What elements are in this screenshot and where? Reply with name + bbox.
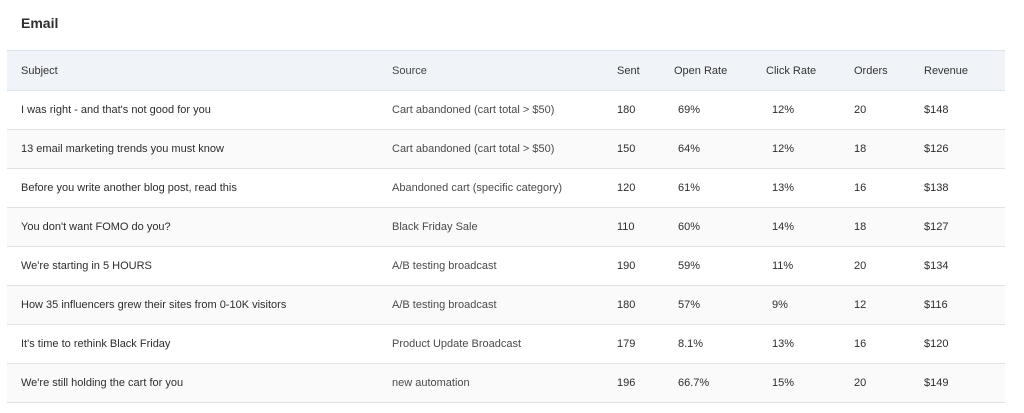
column-header-subject[interactable]: Subject xyxy=(7,50,392,91)
table-row[interactable]: You don't want FOMO do you? Black Friday… xyxy=(7,207,1005,247)
cell-orders: 18 xyxy=(854,221,867,233)
cell-sent: 150 xyxy=(617,143,636,155)
cell-revenue: $138 xyxy=(924,182,949,194)
cell-source: Abandoned cart (specific category) xyxy=(392,182,562,194)
cell-click-rate: 14% xyxy=(772,221,795,233)
cell-source: A/B testing broadcast xyxy=(392,260,497,272)
cell-sent: 120 xyxy=(617,182,636,194)
cell-subject: We're starting in 5 HOURS xyxy=(21,260,152,272)
cell-click-rate: 13% xyxy=(772,182,795,194)
table-row[interactable]: We're still holding the cart for you new… xyxy=(7,363,1005,403)
cell-revenue: $120 xyxy=(924,338,949,350)
column-header-sent[interactable]: Sent xyxy=(617,50,674,91)
cell-click-rate: 13% xyxy=(772,338,795,350)
table-row[interactable]: 13 email marketing trends you must know … xyxy=(7,129,1005,169)
cell-click-rate: 15% xyxy=(772,377,795,389)
cell-open-rate: 8.1% xyxy=(678,338,704,350)
cell-sent: 110 xyxy=(617,221,635,233)
cell-open-rate: 57% xyxy=(678,299,701,311)
cell-source: new automation xyxy=(392,377,470,389)
cell-click-rate: 11% xyxy=(772,260,794,272)
cell-revenue: $134 xyxy=(924,260,949,272)
cell-sent: 179 xyxy=(617,338,636,350)
column-header-revenue[interactable]: Revenue xyxy=(924,50,1005,91)
cell-orders: 20 xyxy=(854,260,867,272)
cell-open-rate: 66.7% xyxy=(678,377,710,389)
section-title: Email xyxy=(21,15,59,31)
table-row[interactable]: It's time to rethink Black Friday Produc… xyxy=(7,325,1005,364)
cell-open-rate: 69% xyxy=(678,104,701,116)
cell-sent: 196 xyxy=(617,377,636,389)
column-header-source[interactable]: Source xyxy=(392,50,617,91)
cell-revenue: $126 xyxy=(924,143,949,155)
cell-revenue: $116 xyxy=(924,299,948,311)
cell-click-rate: 12% xyxy=(772,143,795,155)
cell-orders: 12 xyxy=(854,299,867,311)
cell-orders: 16 xyxy=(854,182,867,194)
cell-subject: We're still holding the cart for you xyxy=(21,377,184,389)
cell-open-rate: 61% xyxy=(678,182,701,194)
cell-source: Product Update Broadcast xyxy=(392,338,522,350)
cell-open-rate: 64% xyxy=(678,143,701,155)
table-row[interactable]: We're starting in 5 HOURS A/B testing br… xyxy=(7,247,1005,286)
cell-orders: 16 xyxy=(854,338,867,350)
cell-revenue: $127 xyxy=(924,221,949,233)
cell-orders: 18 xyxy=(854,143,867,155)
column-header-open-rate[interactable]: Open Rate xyxy=(674,50,766,91)
cell-subject: I was right - and that's not good for yo… xyxy=(21,104,211,116)
cell-subject: It's time to rethink Black Friday xyxy=(21,338,171,350)
cell-orders: 20 xyxy=(854,377,867,389)
cell-click-rate: 12% xyxy=(772,104,795,116)
cell-revenue: $149 xyxy=(924,377,949,389)
cell-orders: 20 xyxy=(854,104,867,116)
email-performance-table: Subject Source Sent Open Rate Click Rate… xyxy=(7,50,1005,403)
cell-source: A/B testing broadcast xyxy=(392,299,497,311)
table-header-row: Subject Source Sent Open Rate Click Rate… xyxy=(7,50,1005,91)
cell-source: Black Friday Sale xyxy=(392,221,478,233)
cell-source: Cart abandoned (cart total > $50) xyxy=(392,143,555,155)
cell-open-rate: 60% xyxy=(678,221,701,233)
cell-sent: 180 xyxy=(617,104,636,116)
cell-click-rate: 9% xyxy=(772,299,788,311)
cell-source: Cart abandoned (cart total > $50) xyxy=(392,104,555,116)
column-header-orders[interactable]: Orders xyxy=(854,50,924,91)
cell-subject: Before you write another blog post, read… xyxy=(21,182,237,194)
cell-sent: 190 xyxy=(617,260,636,272)
cell-open-rate: 59% xyxy=(678,260,701,272)
table-row[interactable]: I was right - and that's not good for yo… xyxy=(7,91,1005,130)
cell-revenue: $148 xyxy=(924,104,949,116)
cell-subject: 13 email marketing trends you must know xyxy=(21,143,224,155)
table-row[interactable]: Before you write another blog post, read… xyxy=(7,169,1005,208)
cell-sent: 180 xyxy=(617,299,636,311)
table-row[interactable]: How 35 influencers grew their sites from… xyxy=(7,285,1005,325)
column-header-click-rate[interactable]: Click Rate xyxy=(766,50,854,91)
cell-subject: You don't want FOMO do you? xyxy=(21,221,171,233)
cell-subject: How 35 influencers grew their sites from… xyxy=(21,299,287,311)
